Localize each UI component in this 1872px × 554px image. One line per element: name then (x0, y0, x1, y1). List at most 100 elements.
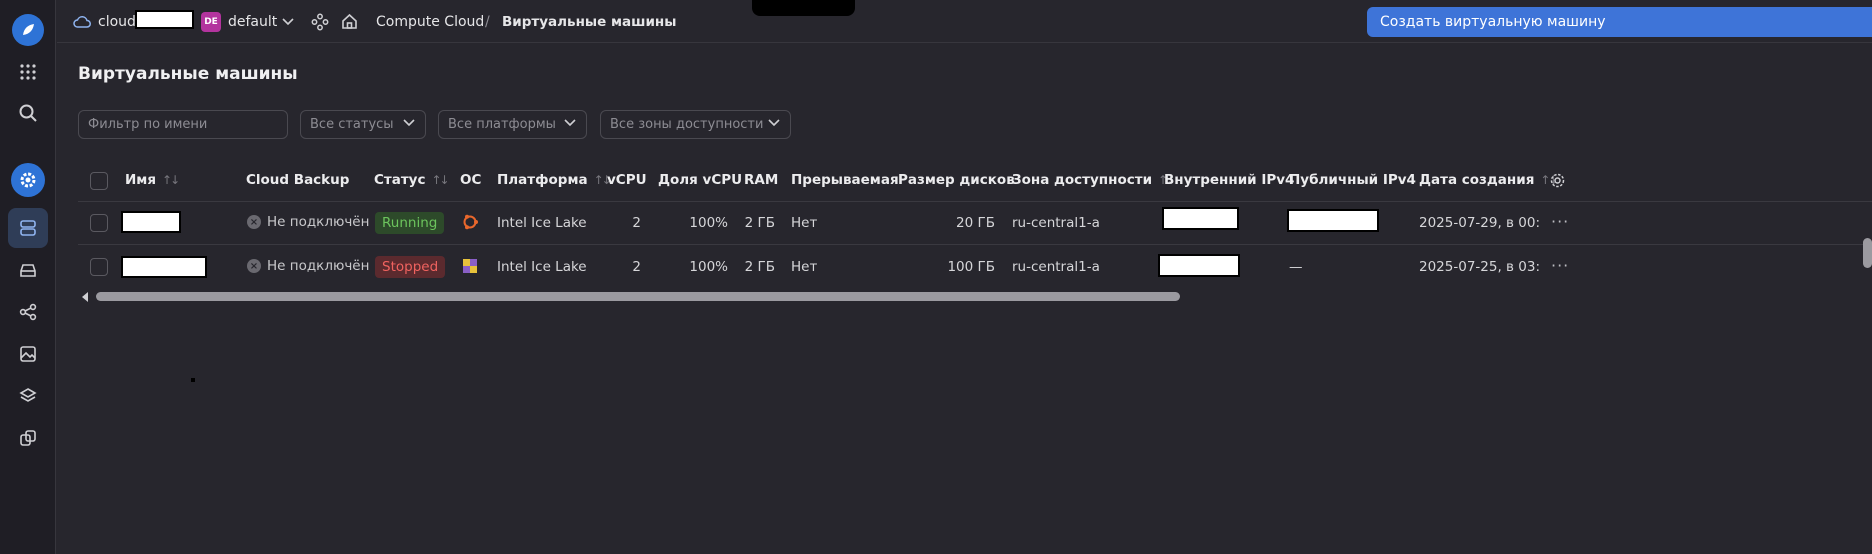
col-name[interactable]: Имя ↑↓ (125, 172, 180, 188)
horizontal-scrollbar[interactable] (96, 292, 1180, 301)
preemptible-cell: Нет (791, 215, 818, 231)
ram-cell: 2 ГБ (744, 259, 775, 275)
col-preemptible-label: Прерываемая (791, 172, 899, 188)
row-checkbox[interactable] (90, 214, 108, 232)
home-icon[interactable] (341, 0, 358, 43)
col-zone[interactable]: Зона доступности ↑↓ (1012, 172, 1176, 188)
zone-filter-select[interactable]: Все зоны доступности (600, 110, 791, 139)
col-internal-ip: Внутренний IPv4 (1164, 172, 1294, 188)
cloud-icon (73, 0, 91, 43)
cloud-label[interactable]: cloud (98, 0, 136, 43)
search-icon[interactable] (8, 93, 48, 133)
chevron-down-icon[interactable] (282, 0, 294, 43)
os-icon (461, 257, 479, 279)
platform-filter-select[interactable]: Все платформы (438, 110, 587, 139)
col-ram-label: RAM (744, 172, 779, 188)
not-connected-icon: × (247, 259, 261, 273)
col-zone-label: Зона доступности (1012, 172, 1153, 188)
breadcrumb-service[interactable]: Compute Cloud (376, 0, 484, 43)
snapshot-icon[interactable] (8, 418, 48, 458)
preemptible-cell: Нет (791, 259, 818, 275)
col-vcpu-share: Доля vCPU (658, 172, 742, 188)
platform-cell: Intel Ice Lake (497, 259, 587, 275)
backup-status-text: Не подключён (267, 258, 370, 274)
vcpu-cell: 2 (632, 215, 641, 231)
vertical-scrollbar[interactable] (1863, 238, 1872, 268)
backup-status-text: Не подключён (267, 214, 370, 230)
create-vm-button[interactable]: Создать виртуальную машину (1367, 7, 1872, 37)
redacted-internal-ip (1158, 254, 1240, 277)
col-os: ОС (460, 172, 481, 188)
servers-icon[interactable] (8, 208, 48, 248)
sort-icon: ↑↓ (162, 173, 180, 187)
folder-badge-wrap: DE (201, 0, 221, 43)
zone-cell: ru-central1-a (1012, 259, 1100, 275)
created-cell: 2025-07-25, в 03:19 (1419, 259, 1539, 275)
folder-badge: DE (201, 11, 221, 32)
more-icon[interactable]: ··· (1551, 256, 1569, 275)
col-backup: Cloud Backup (246, 172, 349, 188)
select-all-checkbox[interactable] (90, 172, 108, 190)
folder-name[interactable]: default (228, 0, 277, 43)
camera-notch (752, 0, 855, 16)
col-backup-label: Cloud Backup (246, 172, 350, 188)
name-filter-input[interactable]: Фильтр по имени (78, 110, 288, 139)
vcpu-share-cell: 100% (689, 215, 728, 231)
network-icon[interactable] (8, 292, 48, 332)
backup-status: × Не подключён (247, 258, 369, 274)
services-icon[interactable] (311, 0, 329, 43)
chevron-down-icon (768, 119, 780, 127)
settings-gear-icon[interactable] (11, 163, 45, 197)
page-title: Виртуальные машины (78, 64, 298, 84)
col-platform[interactable]: Платформа ↑↓ (497, 172, 612, 188)
col-ram: RAM (744, 172, 778, 188)
disk-icon[interactable] (8, 250, 48, 290)
col-name-label: Имя (125, 172, 157, 188)
more-icon[interactable]: ··· (1551, 212, 1569, 231)
col-vcpu: vCPU (607, 172, 647, 188)
col-created-label: Дата создания (1419, 172, 1535, 188)
col-created[interactable]: Дата создания ↑↓ (1419, 172, 1558, 188)
apps-grid-icon[interactable] (8, 52, 48, 92)
platform-cell: Intel Ice Lake (497, 215, 587, 231)
ubuntu-icon (461, 213, 479, 235)
disk-cell: 100 ГБ (947, 259, 995, 275)
status-badge: Stopped (375, 256, 446, 278)
col-status-label: Статус (374, 172, 426, 188)
col-internal-ip-label: Внутренний IPv4 (1164, 172, 1295, 188)
col-disk: Размер дисков (898, 172, 1015, 188)
zone-cell: ru-central1-a (1012, 215, 1100, 231)
backup-status: × Не подключён (247, 214, 369, 230)
scroll-left-arrow[interactable] (82, 292, 88, 302)
col-vcpu-share-label: Доля vCPU (658, 172, 743, 188)
redacted-cloud-name (135, 10, 194, 29)
left-rail (0, 0, 56, 554)
col-os-label: ОС (460, 172, 482, 188)
breadcrumb-current: Виртуальные машины (502, 13, 677, 30)
vcpu-share-cell: 100% (689, 259, 728, 275)
col-preemptible: Прерываемая (791, 172, 899, 188)
col-disk-label: Размер дисков (898, 172, 1015, 188)
status-badge: Running (375, 212, 445, 234)
row-divider (78, 244, 1872, 245)
col-vcpu-label: vCPU (607, 172, 647, 188)
redacted-vm-name[interactable] (121, 211, 181, 233)
col-public-ip: Публичный IPv4 (1289, 172, 1416, 188)
row-checkbox[interactable] (90, 258, 108, 276)
chevron-down-icon (564, 119, 576, 127)
status-filter-select[interactable]: Все статусы (300, 110, 426, 139)
vcpu-cell: 2 (632, 259, 641, 275)
image-icon[interactable] (8, 334, 48, 374)
name-filter-placeholder: Фильтр по имени (88, 117, 208, 132)
col-status[interactable]: Статус ↑↓ (374, 172, 450, 188)
platform-filter-value: Все платформы (448, 117, 556, 132)
redacted-vm-name[interactable] (121, 256, 207, 278)
col-public-ip-label: Публичный IPv4 (1289, 172, 1416, 188)
layers-icon[interactable] (8, 376, 48, 416)
stray-pixel (191, 378, 195, 382)
status-filter-value: Все статусы (310, 117, 394, 132)
created-cell: 2025-07-29, в 00:46 (1419, 215, 1539, 231)
table-settings-icon[interactable] (1549, 172, 1566, 193)
logo-icon[interactable] (12, 14, 44, 46)
col-platform-label: Платформа (497, 172, 588, 188)
